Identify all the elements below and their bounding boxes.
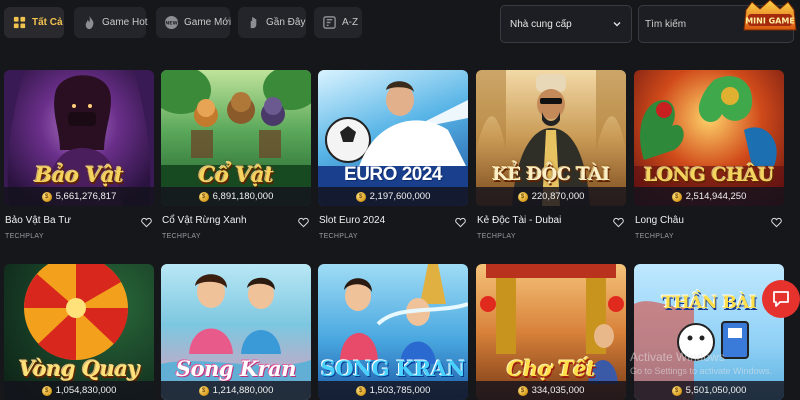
game-art-title: Bảo Vật (34, 162, 124, 187)
game-thumbnail[interactable]: Cổ Vật $ 6,891,180,000 (161, 70, 311, 206)
game-provider: TECHPLAY (635, 233, 674, 240)
provider-select-value: Nhà cung cấp (510, 18, 572, 30)
heart-icon[interactable] (141, 215, 152, 228)
tab-all[interactable]: Tất Cả (4, 7, 64, 38)
mini-game-logo[interactable]: MINI GAME (740, 0, 800, 34)
coin-icon: $ (355, 191, 366, 202)
heart-icon[interactable] (298, 215, 309, 228)
jackpot-amount: 2,197,600,000 (369, 191, 431, 202)
chevron-down-icon (612, 19, 622, 29)
coin-icon: $ (517, 191, 528, 202)
coin-icon: $ (671, 191, 682, 202)
game-provider: TECHPLAY (162, 233, 201, 240)
game-thumbnail[interactable]: Vòng Quay $ 1,054,830,000 (4, 264, 154, 400)
jackpot-amount: 1,503,785,000 (369, 385, 431, 396)
coin-icon: $ (671, 385, 682, 396)
jackpot-bar: $ 1,503,785,000 (318, 381, 468, 400)
game-thumbnail[interactable]: SONG KRAN $ 1,503,785,000 (318, 264, 468, 400)
game-name[interactable]: Cổ Vật Rừng Xanh (162, 215, 247, 226)
game-card[interactable]: SONG KRAN $ 1,503,785,000 (318, 264, 468, 400)
game-thumbnail[interactable]: THẦN BÀI $ 5,501,050,000 (634, 264, 784, 400)
live-chat-button[interactable] (762, 280, 800, 318)
coin-icon: $ (41, 191, 52, 202)
jackpot-bar: $ 334,035,000 (476, 381, 626, 400)
heart-icon[interactable] (771, 215, 782, 228)
mini-game-logo-text: MINI GAME (745, 17, 795, 26)
game-thumbnail[interactable]: EURO 2024 $ 2,197,600,000 (318, 70, 468, 206)
flame-icon (82, 15, 97, 30)
coin-icon: $ (41, 385, 52, 396)
jackpot-amount: 5,661,276,817 (55, 191, 117, 202)
game-art (634, 264, 784, 400)
game-art-title: EURO 2024 (344, 164, 442, 185)
game-card[interactable]: Vòng Quay $ 1,054,830,000 (4, 264, 154, 400)
jackpot-bar: $ 1,214,880,000 (161, 381, 311, 400)
jackpot-amount: 1,054,830,000 (55, 385, 117, 396)
game-card[interactable]: THẦN BÀI $ 5,501,050,000 (634, 264, 784, 400)
game-name[interactable]: Bảo Vật Ba Tư (5, 215, 71, 226)
game-art-title: Cổ Vật (198, 162, 274, 187)
recent-hand-icon (246, 15, 261, 30)
game-art-title: Song Kran (175, 356, 297, 381)
heart-icon[interactable] (613, 215, 624, 228)
game-thumbnail[interactable]: LONG CHÂU $ 2,514,944,250 (634, 70, 784, 206)
tab-game-hot[interactable]: Game Hot (74, 7, 148, 38)
coin-icon: $ (198, 191, 209, 202)
jackpot-amount: 5,501,050,000 (685, 385, 747, 396)
tab-recent-label: Gần Đây (266, 17, 306, 28)
chat-bubble-icon (773, 291, 789, 307)
jackpot-amount: 2,514,944,250 (685, 191, 747, 202)
jackpot-bar: $ 2,514,944,250 (634, 187, 784, 206)
provider-select[interactable]: Nhà cung cấp (500, 5, 632, 43)
az-sort-icon (322, 15, 337, 30)
new-badge-icon: NEW (164, 15, 179, 30)
jackpot-amount: 334,035,000 (531, 385, 585, 396)
tab-all-label: Tất Cả (32, 17, 63, 28)
game-thumbnail[interactable]: Bảo Vật $ 5,661,276,817 (4, 70, 154, 206)
game-art-title: LONG CHÂU (643, 164, 775, 186)
grid-icon (12, 15, 27, 30)
game-name[interactable]: Slot Euro 2024 (319, 215, 385, 226)
heart-icon[interactable] (455, 215, 466, 228)
jackpot-amount: 220,870,000 (531, 191, 585, 202)
svg-text:NEW: NEW (165, 20, 177, 26)
jackpot-bar: $ 6,891,180,000 (161, 187, 311, 206)
jackpot-bar: $ 220,870,000 (476, 187, 626, 206)
tab-a-z-label: A-Z (342, 17, 359, 28)
game-card[interactable]: LONG CHÂU $ 2,514,944,250 Long Châu TECH… (634, 70, 784, 246)
tab-game-new[interactable]: NEW Game Mới (156, 7, 232, 38)
jackpot-bar: $ 1,054,830,000 (4, 381, 154, 400)
coin-icon: $ (198, 385, 209, 396)
game-card[interactable]: Song Kran $ 1,214,880,000 (161, 264, 311, 400)
jackpot-bar: $ 5,501,050,000 (634, 381, 784, 400)
game-art-title: KẺ ĐỘC TÀI (492, 164, 610, 185)
game-provider: TECHPLAY (5, 233, 44, 240)
game-art-title: Vòng Quay (18, 356, 140, 381)
game-thumbnail[interactable]: KẺ ĐỘC TÀI $ 220,870,000 (476, 70, 626, 206)
jackpot-amount: 6,891,180,000 (212, 191, 274, 202)
game-card[interactable]: KẺ ĐỘC TÀI $ 220,870,000 Kẻ Độc Tài - Du… (476, 70, 626, 246)
game-card[interactable]: Chợ Tết $ 334,035,000 (476, 264, 626, 400)
game-thumbnail[interactable]: Chợ Tết $ 334,035,000 (476, 264, 626, 400)
tab-game-new-label: Game Mới (184, 17, 232, 28)
game-thumbnail[interactable]: Song Kran $ 1,214,880,000 (161, 264, 311, 400)
coin-icon: $ (517, 385, 528, 396)
game-provider: TECHPLAY (477, 233, 516, 240)
tab-game-hot-label: Game Hot (102, 17, 148, 28)
game-art-title: SONG KRAN (320, 356, 466, 381)
game-card[interactable]: Cổ Vật $ 6,891,180,000 Cổ Vật Rừng Xanh … (161, 70, 311, 246)
tab-recent[interactable]: Gần Đây (238, 7, 306, 38)
jackpot-bar: $ 5,661,276,817 (4, 187, 154, 206)
game-card[interactable]: Bảo Vật $ 5,661,276,817 Bảo Vật Ba Tư TE… (4, 70, 154, 246)
jackpot-bar: $ 2,197,600,000 (318, 187, 468, 206)
game-name[interactable]: Long Châu (635, 215, 684, 226)
top-bar: Tất Cả Game Hot NEW Game Mới Gần Đây A-Z… (0, 0, 800, 48)
game-card[interactable]: EURO 2024 $ 2,197,600,000 Slot Euro 2024… (318, 70, 468, 246)
coin-icon: $ (355, 385, 366, 396)
tab-a-z[interactable]: A-Z (314, 7, 362, 38)
game-provider: TECHPLAY (319, 233, 358, 240)
game-name[interactable]: Kẻ Độc Tài - Dubai (477, 215, 561, 226)
game-art-title: Chợ Tết (506, 356, 596, 381)
jackpot-amount: 1,214,880,000 (212, 385, 274, 396)
